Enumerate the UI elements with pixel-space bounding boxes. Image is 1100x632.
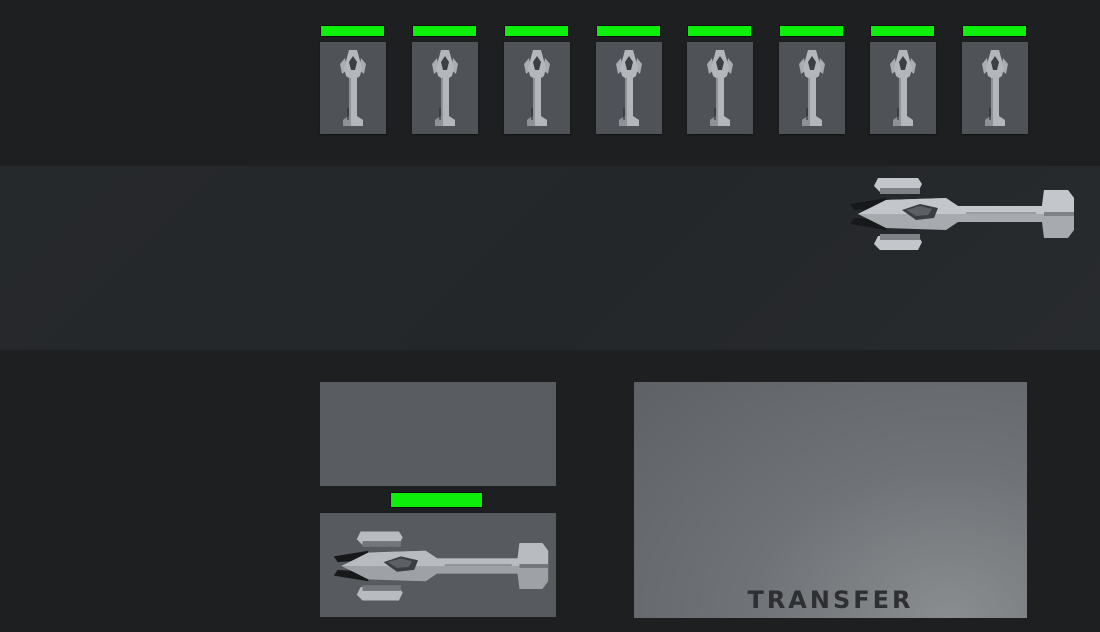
hangar-slot[interactable] [504,42,570,134]
transfer-button[interactable]: TRANSFER [634,382,1027,618]
spaceship-icon [850,178,1074,250]
hangar-slot[interactable] [779,42,845,134]
ship-health-bar [504,25,569,37]
hangar-slot[interactable] [596,42,662,134]
selected-ship-health-fill [391,493,482,507]
spaceship-icon [890,50,916,126]
ship-health-bar [596,25,661,37]
hangar-slot[interactable] [687,42,753,134]
ship-health-bar [870,25,935,37]
hangar-slot[interactable] [962,42,1028,134]
ship-health-fill [321,26,384,36]
ship-health-fill [963,26,1026,36]
selected-ship-panel[interactable] [320,513,556,617]
ship-health-fill [688,26,751,36]
hangar-slot[interactable] [320,42,386,134]
spaceship-icon [707,50,733,126]
ship-health-fill [597,26,660,36]
spaceship-icon [799,50,825,126]
selected-ship-health-bar [390,492,483,508]
hangar-slot[interactable] [870,42,936,134]
spaceship-icon [524,50,550,126]
ship-health-bar [412,25,477,37]
spaceship-icon [982,50,1008,126]
spaceship-icon [333,531,549,601]
empty-panel [320,382,556,486]
spaceship-icon [340,50,366,126]
spaceship-icon [432,50,458,126]
ship-health-bar [320,25,385,37]
ship-health-fill [413,26,476,36]
ship-health-bar [779,25,844,37]
spaceship-icon [616,50,642,126]
transfer-label: TRANSFER [747,586,914,614]
ship-health-fill [505,26,568,36]
ship-health-fill [871,26,934,36]
ship-health-fill [780,26,843,36]
ship-health-bar [687,25,752,37]
game-screen: TRANSFER [0,0,1100,632]
ship-health-bar [962,25,1027,37]
hangar-slot[interactable] [412,42,478,134]
